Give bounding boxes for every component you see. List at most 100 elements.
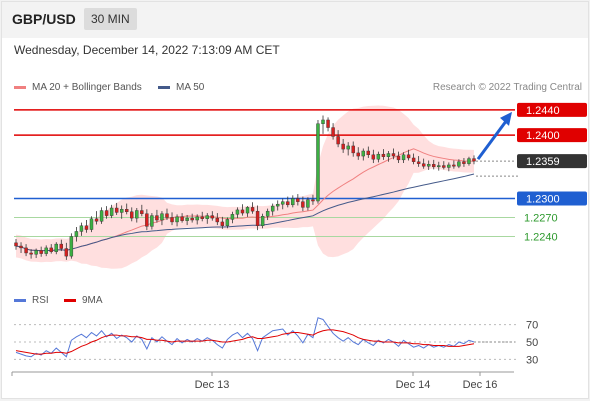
candle-body — [34, 250, 38, 255]
candle-body — [376, 153, 381, 160]
candle-body — [406, 154, 411, 159]
candle-body — [99, 210, 104, 222]
candle-body — [89, 218, 94, 230]
candle-body — [195, 216, 199, 221]
candle-body — [421, 163, 426, 167]
price-chart: 1.2440 1.2400 1.2300 1.2270 1.2240 1.2359 70 50… — [11, 102, 587, 391]
candle-body — [366, 150, 371, 155]
candle-body — [185, 217, 189, 221]
candle-body — [119, 209, 124, 213]
candle-body — [190, 217, 194, 221]
candle — [316, 119, 320, 204]
candle-body — [351, 145, 355, 154]
candle-body — [79, 225, 84, 232]
candle-body — [160, 213, 164, 221]
candle-body — [235, 209, 240, 215]
candle-body — [462, 161, 466, 164]
candle-body — [170, 217, 174, 223]
level-label-1-2240: 1.2240 — [524, 232, 558, 244]
candle-body — [140, 210, 144, 214]
candle-body — [225, 219, 230, 226]
level-label-1-2440: 1.2440 — [526, 105, 560, 117]
candle-body — [326, 119, 330, 128]
candle-body — [59, 243, 64, 249]
forecast-arrow-line — [476, 118, 509, 161]
rsi-tick-label: 30 — [526, 354, 538, 366]
candle-body — [49, 247, 53, 252]
candle-body — [24, 247, 28, 254]
candle-body — [296, 198, 300, 202]
candle-body — [381, 153, 386, 157]
candle-body — [210, 215, 214, 219]
candle-body — [265, 210, 270, 217]
level-label-1-2270: 1.2270 — [524, 213, 558, 225]
candle-body — [74, 231, 79, 237]
candle-body — [452, 164, 456, 167]
candle — [321, 115, 325, 134]
candle-body — [39, 250, 43, 254]
candle-body — [84, 225, 89, 230]
candle-body — [416, 161, 421, 164]
candle-body — [331, 127, 335, 137]
candle-body — [230, 214, 235, 220]
candle-body — [391, 153, 396, 157]
candle-body — [255, 210, 260, 226]
rsi-tick-label: 50 — [526, 337, 538, 349]
candle-body — [371, 154, 376, 160]
forecast-arrowhead — [500, 111, 512, 126]
candle-body — [346, 145, 350, 150]
candle-body — [175, 216, 179, 223]
candle-body — [411, 157, 416, 162]
candle-body — [125, 209, 129, 212]
candle-body — [361, 150, 365, 157]
x-tick-label: Dec 13 — [195, 379, 230, 391]
candle-body — [180, 216, 184, 221]
candle-body — [14, 242, 18, 247]
candle-body — [64, 248, 69, 257]
level-label-1-2400: 1.2400 — [526, 130, 560, 142]
current-price-label: 1.2359 — [526, 156, 560, 168]
candle-body — [114, 207, 119, 213]
candle-body — [200, 216, 204, 219]
bollinger-band — [16, 105, 474, 269]
candle-body — [104, 210, 109, 216]
candle-body — [316, 123, 320, 202]
candle-body — [205, 215, 209, 219]
candle-body — [336, 136, 340, 145]
candle-body — [29, 252, 33, 255]
rsi-tick-label: 70 — [526, 320, 538, 332]
rsi-line — [15, 317, 475, 358]
candle — [69, 233, 74, 259]
candle-body — [270, 205, 275, 212]
candle-body — [437, 165, 441, 168]
candle-body — [386, 153, 391, 157]
candle-body — [220, 221, 225, 226]
candle-body — [447, 164, 451, 168]
candle-body — [432, 164, 436, 168]
candle-body — [306, 199, 310, 208]
candle-body — [311, 199, 315, 202]
candle-body — [301, 201, 305, 208]
candle-body — [260, 216, 265, 226]
candle — [99, 207, 104, 224]
candle-body — [291, 198, 295, 206]
candle-body — [276, 203, 280, 207]
candle-body — [472, 158, 476, 162]
candle-body — [467, 158, 471, 164]
candle-body — [54, 243, 58, 252]
candle-body — [135, 210, 139, 219]
candle-body — [130, 211, 134, 219]
candle — [89, 216, 94, 233]
candle-body — [442, 165, 446, 168]
candle-body — [94, 218, 99, 222]
candle-body — [245, 207, 250, 214]
candle-body — [155, 215, 159, 221]
candle-body — [341, 143, 345, 150]
candle-body — [356, 152, 360, 157]
candle-body — [109, 207, 114, 216]
chart-widget: GBP/USD 30 MIN Wednesday, December 14, 2… — [1, 1, 589, 399]
level-label-1-2300: 1.2300 — [526, 194, 560, 206]
candle-body — [165, 213, 169, 218]
candle-body — [250, 207, 255, 212]
candle-body — [401, 154, 406, 161]
